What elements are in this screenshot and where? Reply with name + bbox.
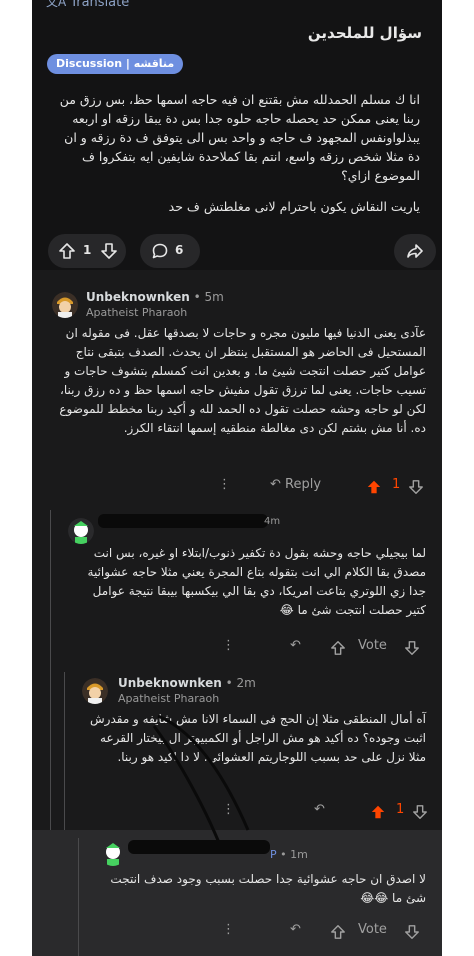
share-icon (407, 244, 423, 258)
downvote-icon[interactable] (412, 804, 428, 820)
post-vote-count: 1 (83, 243, 92, 257)
comment-actions: ⋮ ↶ Vote (222, 922, 438, 946)
user-flair: Apatheist Pharaoh (86, 306, 188, 319)
share-button[interactable] (394, 234, 436, 268)
comment-vote-count: 1 (392, 477, 401, 492)
vote-label: Vote (358, 922, 387, 937)
comment-text: لا اصدق ان حاجه عشوائية جدا حصلت بسبب وج… (110, 872, 426, 905)
more-options-icon[interactable]: ⋮ (218, 477, 231, 492)
post-body: انا ك مسلم الحمدلله مش بقتنع ان فيه حاجه… (50, 90, 420, 228)
upvote-icon[interactable] (330, 924, 346, 940)
downvote-icon[interactable] (404, 640, 420, 656)
comment-vote-count: 1 (396, 802, 405, 817)
reply-icon[interactable]: ↶ (290, 922, 301, 937)
downvote-icon[interactable] (408, 479, 424, 495)
post-comment-count: 6 (175, 243, 184, 257)
post-vote-pill: 1 (48, 234, 126, 268)
app-screen: 文A Translate سؤال للملحدين Discussion | م… (32, 0, 442, 956)
post-flair[interactable]: Discussion | مناقشه (47, 54, 184, 74)
comment-time: P • 1m (270, 848, 308, 861)
reply-icon[interactable]: ↶ (290, 638, 301, 653)
upvote-icon[interactable] (370, 804, 386, 820)
more-options-icon[interactable]: ⋮ (222, 638, 235, 653)
comment: 4m لما بيجيلي حاجه وحشه بقول دة تكفير ذن… (32, 508, 442, 663)
redaction-scribble (152, 714, 250, 851)
comment-text: عآدى يعنى الدنيا فيها مليون مجره و حاجات… (59, 326, 426, 435)
comment: Unbeknownken • 5m Apatheist Pharaoh عآدى… (32, 282, 442, 502)
avatar[interactable] (52, 292, 78, 318)
translate-link[interactable]: 文A Translate (46, 0, 129, 10)
avatar[interactable] (82, 678, 108, 704)
post-title: سؤال للملحدين (307, 24, 422, 42)
reply-icon: ↶ (270, 477, 281, 492)
upvote-icon[interactable] (330, 640, 346, 656)
comment-text: لما بيجيلي حاجه وحشه بقول دة تكفير ذنوب/… (87, 546, 426, 617)
comment-bubble-icon (152, 243, 168, 259)
user-flair: Apatheist Pharaoh (118, 692, 220, 705)
comment-actions: ⋮ ↶ Reply 1 (218, 477, 438, 501)
avatar[interactable] (68, 518, 94, 544)
upvote-icon[interactable] (58, 242, 76, 260)
comment-author[interactable]: Unbeknownken • 2m (118, 676, 256, 690)
comment-actions: ⋮ ↶ Vote (222, 638, 438, 662)
post-paragraph: انا ك مسلم الحمدلله مش بقتنع ان فيه حاجه… (59, 92, 420, 183)
downvote-icon[interactable] (404, 924, 420, 940)
downvote-icon[interactable] (100, 242, 118, 260)
comment-time: 4m (264, 516, 281, 527)
post-comments-button[interactable]: 6 (140, 234, 200, 268)
translate-icon: 文A (46, 0, 67, 9)
post-paragraph: ياريت النقاش يكون باحترام لانى مغلطتش ف … (168, 199, 420, 214)
redacted-username (98, 514, 268, 528)
vote-label: Vote (358, 638, 387, 653)
reply-icon[interactable]: ↶ (314, 802, 325, 817)
upvote-icon[interactable] (366, 479, 382, 495)
reply-button[interactable]: ↶ Reply (270, 477, 321, 492)
comment-author[interactable]: Unbeknownken • 5m (86, 290, 224, 304)
more-options-icon[interactable]: ⋮ (222, 922, 235, 937)
